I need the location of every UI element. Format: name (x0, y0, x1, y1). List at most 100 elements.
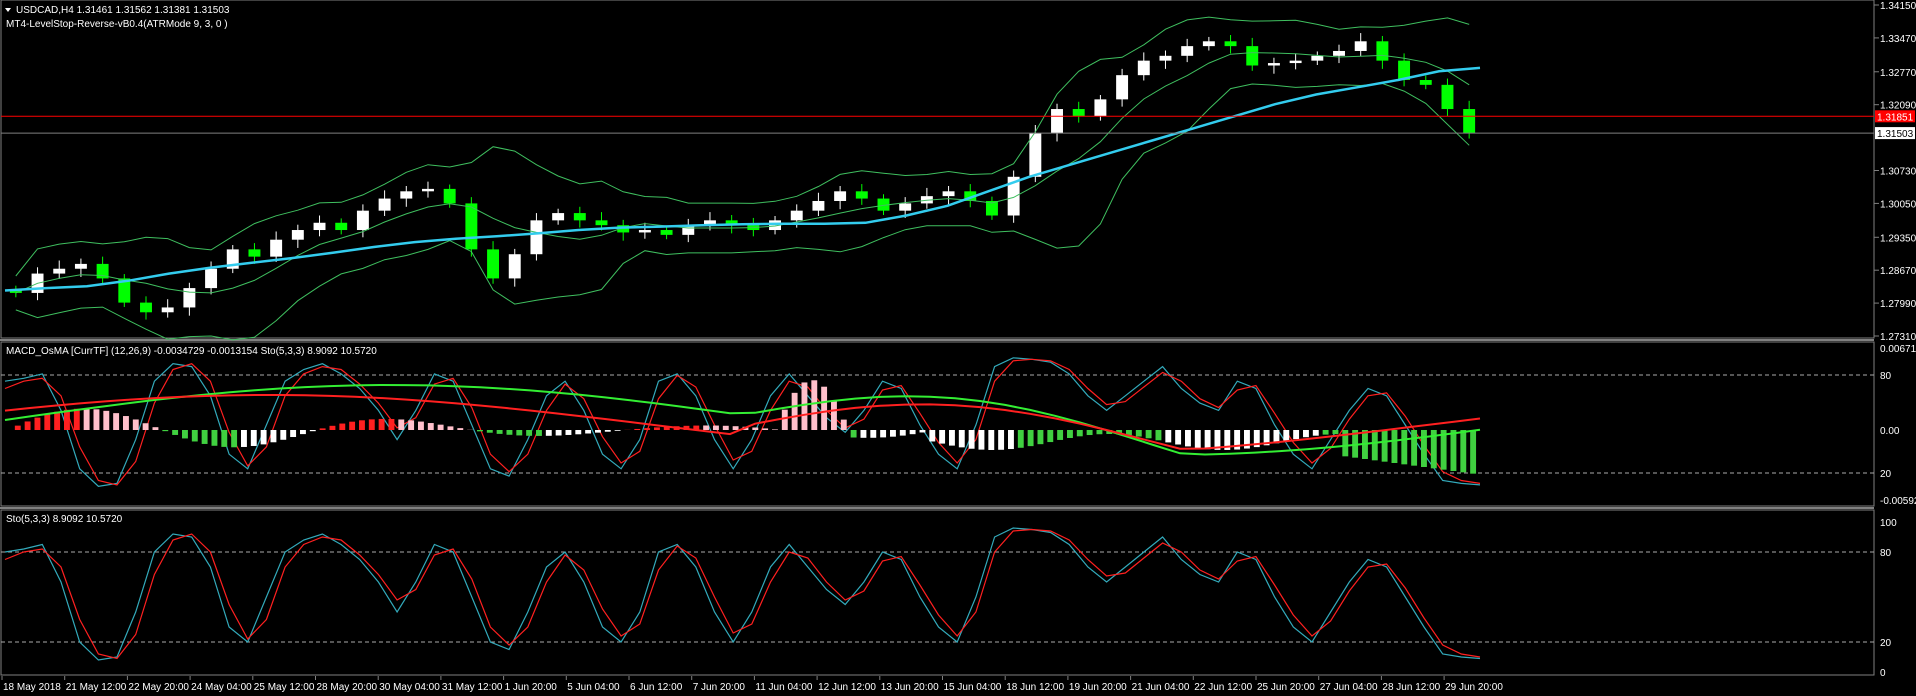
macd-tick-label: 0.00 (1880, 426, 1900, 437)
macd-histogram-bar (1440, 430, 1447, 470)
macd-histogram-bar (978, 430, 985, 450)
macd-histogram-bar (14, 425, 21, 430)
macd-histogram-bar (762, 428, 769, 430)
candle-body (660, 230, 673, 235)
candle-body (1181, 46, 1194, 56)
macd-histogram-bar (44, 414, 51, 430)
macd-histogram-bar (162, 430, 169, 432)
time-tick-label: 1 Jun 20:00 (505, 682, 558, 693)
time-tick-label: 22 May 20:00 (128, 682, 189, 693)
candle-body (291, 230, 304, 240)
time-tick-label: 5 Jun 04:00 (567, 682, 620, 693)
price-tick-label: 1.30730 (1880, 167, 1916, 178)
macd-histogram-bar (555, 430, 562, 436)
candle-body (834, 191, 847, 201)
macd-histogram-bar (713, 425, 719, 430)
macd-series (1, 357, 1874, 487)
macd-histogram-bar (54, 411, 61, 430)
macd-histogram-bar (722, 425, 729, 430)
time-tick-label: 21 Jun 04:00 (1132, 682, 1190, 693)
macd-histogram-bar (1194, 430, 1201, 449)
macd-histogram-bar (132, 419, 139, 430)
macd-histogram-bar (319, 428, 326, 430)
candle-body (573, 213, 586, 221)
candle-body (1029, 133, 1042, 177)
price-tick-label: 1.30050 (1880, 199, 1916, 210)
macd-histogram-bar (1401, 430, 1408, 465)
time-tick-label: 25 May 12:00 (254, 682, 315, 693)
price-tick-label: 1.32770 (1880, 68, 1916, 79)
red-line-price-label: 1.31851 (1877, 112, 1914, 123)
time-tick-label: 13 Jun 20:00 (881, 682, 939, 693)
macd-histogram-bar (506, 430, 513, 435)
macd-histogram-bar (870, 430, 877, 438)
macd-histogram-bar (496, 430, 503, 434)
time-tick-label: 15 Jun 04:00 (944, 682, 1002, 693)
time-tick-label: 12 Jun 12:00 (818, 682, 876, 693)
macd-histogram-bar (477, 430, 483, 432)
macd-histogram-bar (64, 409, 70, 430)
main-price-series (1, 16, 1874, 341)
macd-histogram-bar (427, 423, 434, 430)
candle-body (1376, 41, 1389, 61)
macd-histogram-bar (1067, 430, 1073, 438)
time-tick-label: 29 Jun 20:00 (1445, 682, 1503, 693)
macd-histogram-bar (73, 408, 80, 430)
time-tick-label: 6 Jun 12:00 (630, 682, 683, 693)
macd-histogram-bar (614, 430, 621, 431)
macd-histogram-bar (1460, 430, 1467, 473)
macd-histogram-bar (1293, 430, 1300, 440)
macd-histogram-bar (1391, 430, 1398, 463)
sto-tick-label: 20 (1880, 638, 1892, 649)
macd-histogram-bar (890, 430, 896, 437)
macd-histogram-bar (142, 423, 149, 430)
price-tick-label: 1.32090 (1880, 101, 1916, 112)
macd-histogram-bar (850, 430, 857, 438)
triangle-down-icon[interactable] (5, 8, 11, 12)
time-tick-label: 25 Jun 20:00 (1257, 682, 1315, 693)
macd-histogram-bar (998, 430, 1005, 450)
candle-body (161, 307, 174, 313)
time-tick-label: 18 Jun 12:00 (1006, 682, 1064, 693)
sto-tick-label: 100 (1880, 518, 1897, 529)
macd-histogram-bar (899, 430, 906, 436)
candle-body (595, 220, 608, 226)
macd-histogram-bar (840, 419, 847, 430)
macd-histogram-bar (929, 430, 936, 442)
macd-histogram-bar (191, 430, 198, 442)
macd-histogram-bar (152, 427, 159, 430)
macd-histogram-bar (398, 419, 405, 430)
candle-body (422, 188, 434, 192)
sto-main-line (4, 527, 1481, 661)
candle-body (899, 203, 912, 211)
time-tick-label: 30 May 04:00 (379, 682, 440, 693)
sto-tick-label: 80 (1880, 548, 1892, 559)
macd-histogram-bar (418, 421, 424, 430)
indicator-label: MT4-LevelStop-Reverse-vB0.4(ATRMode 9, 3… (6, 19, 228, 30)
sto-signal-line (4, 528, 1481, 660)
time-tick-label: 22 Jun 12:00 (1194, 682, 1252, 693)
macd-histogram-bar (644, 428, 651, 430)
main-panel-frame (0, 0, 1875, 339)
macd-histogram-bar (211, 430, 218, 446)
macd-histogram-bar (575, 430, 582, 435)
macd-histogram-bar (437, 424, 444, 430)
macd-tick-label: 80 (1880, 371, 1892, 382)
macd-histogram-bar (260, 430, 267, 445)
macd-histogram-bar (359, 420, 365, 430)
time-tick-label: 31 May 12:00 (442, 682, 503, 693)
sto-title: Sto(5,3,3) 8.9092 10.5720 (6, 514, 123, 525)
macd-histogram-bar (83, 408, 90, 430)
macd-histogram-bar (270, 430, 277, 443)
candle-body (855, 191, 868, 199)
macd-histogram-bar (1037, 430, 1044, 445)
macd-histogram-bar (1135, 430, 1142, 437)
stochastic-series (1, 527, 1874, 661)
macd-histogram-bar (34, 417, 41, 430)
candle-body (1441, 84, 1454, 110)
moving-average-line (4, 66, 1481, 292)
macd-histogram-bar (1322, 430, 1329, 435)
macd-panel-frame (0, 341, 1875, 507)
macd-tick-label: 20 (1880, 469, 1892, 480)
macd-histogram-bar (909, 430, 916, 435)
